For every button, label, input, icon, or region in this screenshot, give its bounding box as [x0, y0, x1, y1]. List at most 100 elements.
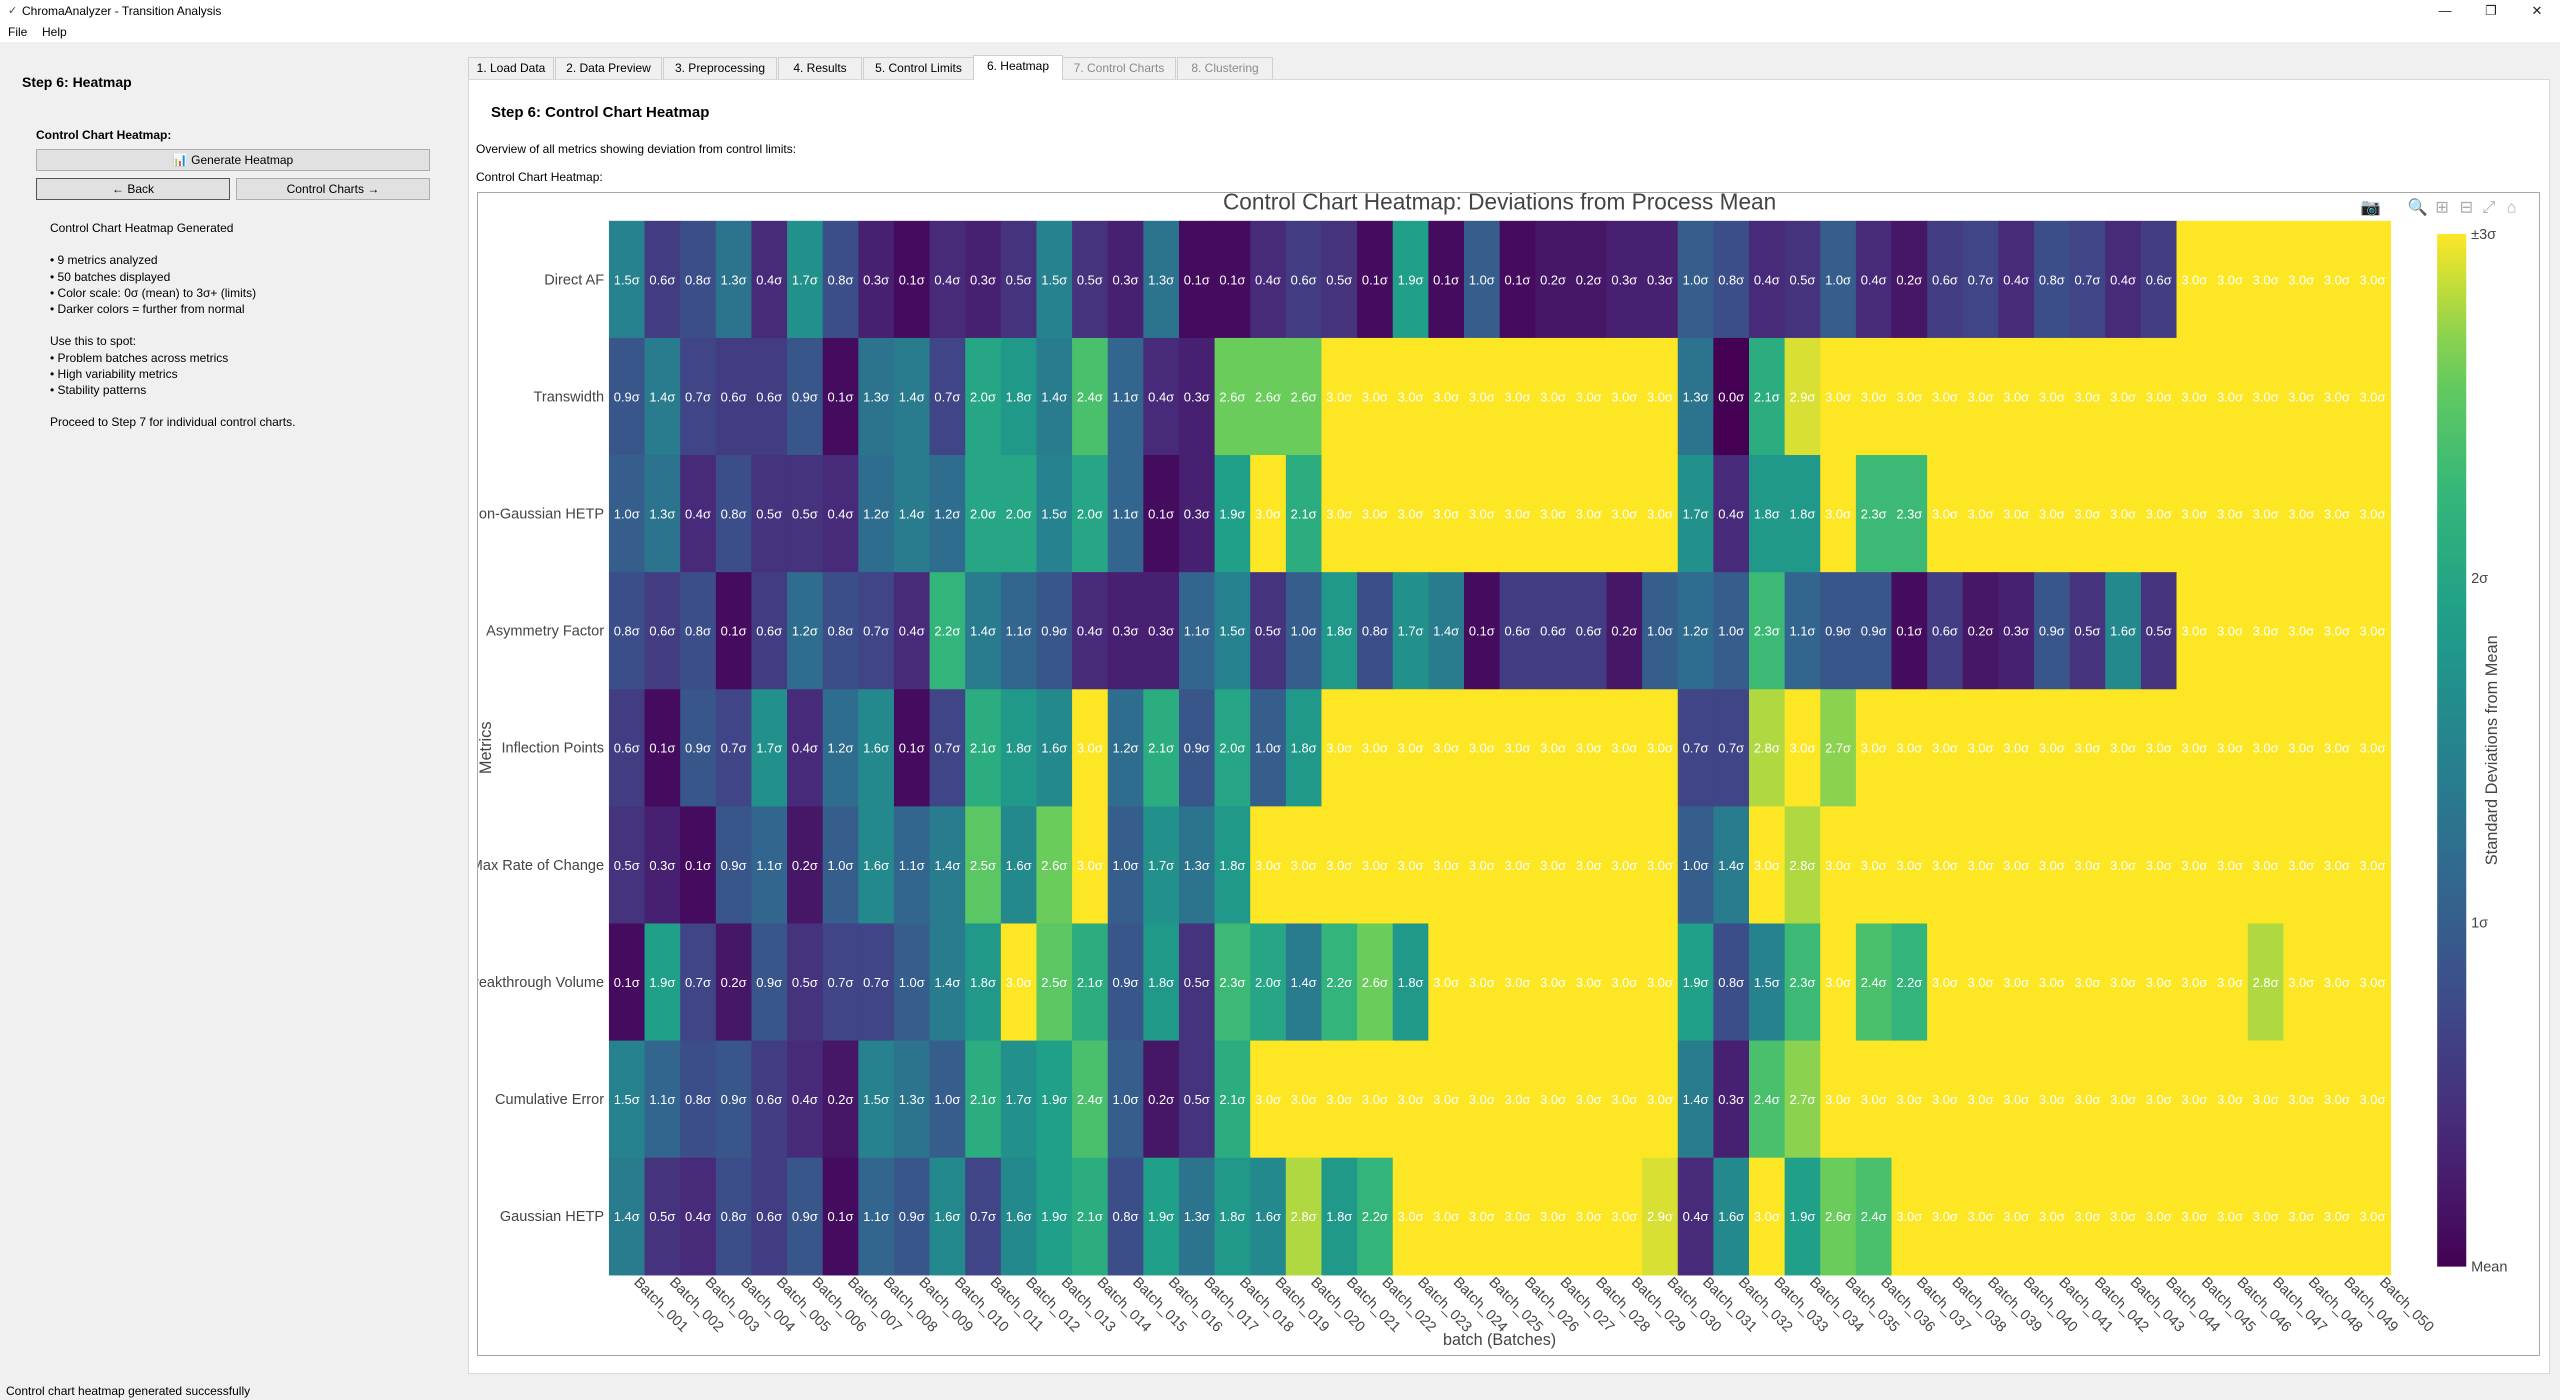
cell-label: 3.0σ [1576, 1092, 1602, 1107]
cell-label: 0.4σ [1255, 272, 1281, 287]
cell-label: 3.0σ [1433, 741, 1459, 756]
cell-label: 0.2σ [721, 975, 747, 990]
cell-label: 2.1σ [1077, 975, 1103, 990]
cell-label: 1.9σ [649, 975, 675, 990]
cell-label: 1.5σ [614, 272, 640, 287]
tab-clustering[interactable]: 8. Clustering [1177, 57, 1273, 79]
cell-label: 0.4σ [792, 1092, 818, 1107]
cell-label: 3.0σ [1861, 858, 1887, 873]
status-bar: Control chart heatmap generated successf… [0, 1382, 2560, 1400]
home-icon[interactable]: ⌂ [2507, 199, 2517, 217]
info-text: Control Chart Heatmap Generated • 9 metr… [50, 221, 296, 430]
cell-label: 3.0σ [2288, 975, 2314, 990]
cell-label: 3.0σ [2003, 1092, 2029, 1107]
cell-label: 2.3σ [1896, 506, 1922, 521]
cell-label: 0.1σ [899, 741, 925, 756]
cell-label: 1.6σ [1006, 1209, 1032, 1224]
y-tick-label: Inflection Points [501, 741, 604, 757]
cell-label: 0.9σ [1825, 624, 1851, 639]
cell-label: 0.5σ [1184, 1092, 1210, 1107]
cell-label: 3.0σ [1540, 506, 1566, 521]
cell-label: 3.0σ [2181, 389, 2207, 404]
cell-label: 0.7σ [863, 975, 889, 990]
back-button[interactable]: ← Back [36, 178, 230, 200]
menu-file[interactable]: File [8, 25, 27, 39]
cell-label: 3.0σ [2217, 272, 2243, 287]
cell-label: 0.2σ [828, 1092, 854, 1107]
zoom-icon[interactable]: 🔍 [2408, 197, 2428, 217]
cell-label: 0.9σ [756, 975, 782, 990]
cell-label: 3.0σ [1255, 1092, 1281, 1107]
tab-preprocessing[interactable]: 3. Preprocessing [663, 57, 777, 79]
zoom-in-icon[interactable]: ⊞ [2435, 199, 2449, 217]
cell-label: 0.7σ [1968, 272, 1994, 287]
cell-label: 2.6σ [1362, 975, 1388, 990]
maximize-button[interactable]: ❐ [2468, 0, 2514, 22]
cell-label: 0.3σ [1113, 272, 1139, 287]
tab-load-data[interactable]: 1. Load Data [468, 57, 554, 79]
cell-label: 3.0σ [1611, 389, 1637, 404]
cell-label: 3.0σ [2110, 1092, 2136, 1107]
chart-title: Control Chart Heatmap: Deviations from P… [1223, 193, 1776, 214]
cell-label: 0.7σ [685, 975, 711, 990]
control-charts-button[interactable]: Control Charts → [236, 178, 430, 200]
cell-label: 3.0σ [1469, 858, 1495, 873]
cell-label: 1.5σ [1219, 624, 1245, 639]
cell-label: 0.3σ [1611, 272, 1637, 287]
cell-label: 3.0σ [2324, 1209, 2350, 1224]
cell-label: 3.0σ [1255, 506, 1281, 521]
cell-label: 3.0σ [1291, 1092, 1317, 1107]
tab-control-limits[interactable]: 5. Control Limits [863, 57, 974, 79]
title-bar: ✓ ChromaAnalyzer - Transition Analysis —… [0, 0, 2560, 22]
cell-label: 0.8σ [1362, 624, 1388, 639]
close-button[interactable]: ✕ [2514, 0, 2560, 22]
cell-label: 1.5σ [1754, 975, 1780, 990]
cell-label: 3.0σ [1469, 1092, 1495, 1107]
cell-label: 3.0σ [1896, 389, 1922, 404]
cell-label: 3.0σ [2146, 389, 2172, 404]
tab-data-preview[interactable]: 2. Data Preview [555, 57, 662, 79]
generate-heatmap-button[interactable]: 📊 Generate Heatmap [36, 149, 430, 171]
cell-label: 0.4σ [934, 272, 960, 287]
cell-label: 1.0σ [1291, 624, 1317, 639]
cell-label: 1.4σ [970, 624, 996, 639]
cell-label: 3.0σ [1540, 389, 1566, 404]
heatmap-chart[interactable]: Control Chart Heatmap: Deviations from P… [478, 193, 2539, 1355]
plot-frame[interactable]: Control Chart Heatmap: Deviations from P… [477, 192, 2540, 1356]
cell-label: 1.9σ [1789, 1209, 1815, 1224]
cell-label: 3.0σ [2217, 1209, 2243, 1224]
cell-label: 0.7σ [1683, 741, 1709, 756]
cell-label: 0.1σ [1469, 624, 1495, 639]
camera-icon[interactable]: 📷 [2361, 199, 2381, 217]
cell-label: 0.6σ [649, 272, 675, 287]
cell-label: 1.0σ [1113, 1092, 1139, 1107]
autoscale-icon[interactable]: ⤢ [2482, 199, 2495, 217]
cell-label: 3.0σ [2039, 741, 2065, 756]
cell-label: 3.0σ [2288, 389, 2314, 404]
cell-label: 3.0σ [2110, 975, 2136, 990]
cell-label: 3.0σ [2181, 272, 2207, 287]
cell-label: 1.2σ [828, 741, 854, 756]
cell-label: 3.0σ [1362, 858, 1388, 873]
tab-control-charts[interactable]: 7. Control Charts [1062, 57, 1176, 79]
cell-label: 3.0σ [2253, 1092, 2279, 1107]
menu-help[interactable]: Help [42, 25, 67, 39]
overview-text: Overview of all metrics showing deviatio… [476, 142, 797, 156]
cell-label: 3.0σ [1433, 389, 1459, 404]
tab-results[interactable]: 4. Results [778, 57, 862, 79]
cell-label: 0.6σ [1504, 624, 1530, 639]
cell-label: 3.0σ [2146, 1209, 2172, 1224]
y-tick-label: Non-Gaussian HETP [478, 506, 604, 522]
cell-label: 3.0σ [1825, 858, 1851, 873]
cell-label: 2.2σ [1326, 975, 1352, 990]
minimize-button[interactable]: — [2422, 0, 2468, 22]
cell-label: 3.0σ [1968, 506, 1994, 521]
cell-label: 3.0σ [1932, 1092, 1958, 1107]
tab-heatmap[interactable]: 6. Heatmap [973, 55, 1063, 80]
cell-label: 3.0σ [1077, 858, 1103, 873]
cell-label: 3.0σ [2324, 506, 2350, 521]
cell-label: 0.4σ [828, 506, 854, 521]
cell-label: 3.0σ [1896, 741, 1922, 756]
cell-label: 0.7σ [863, 624, 889, 639]
zoom-out-icon[interactable]: ⊟ [2459, 199, 2473, 217]
